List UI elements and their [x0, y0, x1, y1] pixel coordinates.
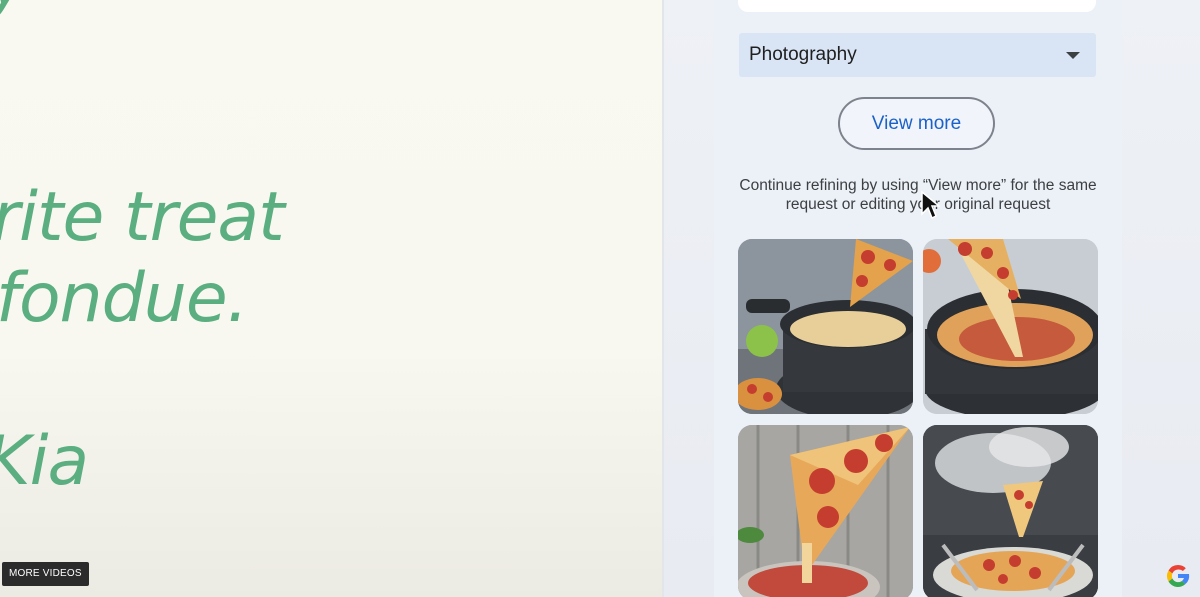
image-generation-panel: Photography View more Continue refining … — [714, 0, 1122, 597]
style-select[interactable]: Photography — [739, 33, 1096, 77]
generated-image-4[interactable] — [923, 425, 1098, 597]
slide-line-4: Kia — [0, 422, 89, 501]
more-videos-button[interactable]: MORE VIDEOS — [2, 562, 89, 586]
view-more-button[interactable]: View more — [838, 97, 995, 150]
slide-line-3: fondue. — [0, 259, 248, 338]
generated-image-2[interactable] — [923, 239, 1098, 414]
google-icon — [1167, 564, 1190, 587]
style-select-value: Photography — [749, 44, 857, 65]
slide-line-2: rite treat — [0, 178, 285, 257]
prompt-input[interactable] — [738, 0, 1096, 12]
video-slide: y rite treat fondue. Kia — [0, 0, 662, 597]
generated-image-1[interactable] — [738, 239, 913, 414]
mouse-cursor-icon — [921, 190, 940, 220]
generated-image-3[interactable] — [738, 425, 913, 597]
slide-line-1: y — [0, 0, 28, 16]
refine-hint: Continue refining by using “View more” f… — [739, 177, 1097, 213]
chevron-down-icon — [1066, 52, 1080, 59]
